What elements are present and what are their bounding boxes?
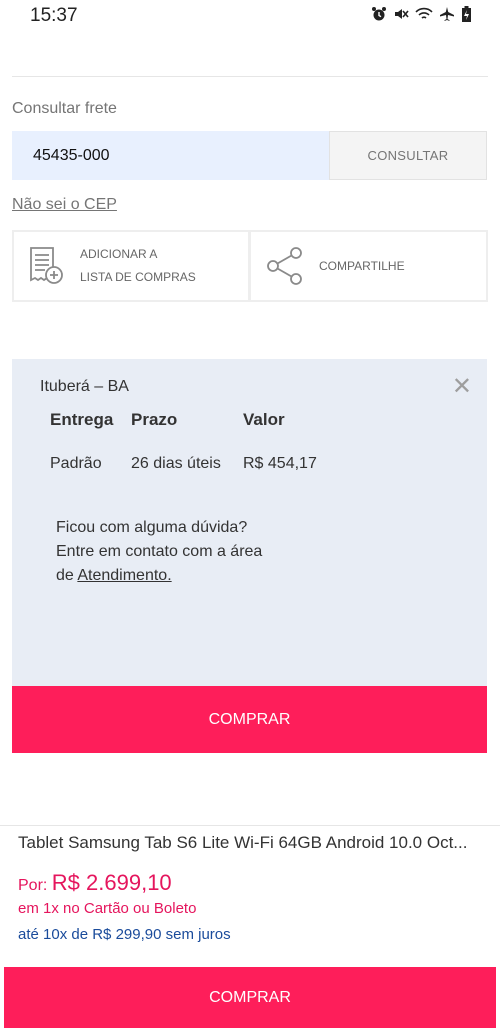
airplane-icon — [440, 7, 454, 21]
top-divider — [12, 76, 488, 77]
share-label: COMPARTILHE — [319, 258, 405, 273]
share-icon — [267, 247, 302, 285]
frete-label: Consultar frete — [12, 100, 117, 117]
shopping-list-line2: LISTA DE COMPRAS — [80, 270, 196, 284]
cep-input[interactable] — [12, 131, 329, 180]
price-line: Por: R$ 2.699,10 — [18, 870, 172, 896]
price-prefix: Por: — [18, 877, 48, 894]
add-to-shopping-list-button[interactable]: ADICIONAR A LISTA DE COMPRAS — [12, 230, 250, 302]
wifi-icon — [415, 7, 433, 19]
consult-button[interactable]: CONSULTAR — [329, 131, 487, 180]
alarm-icon — [372, 7, 386, 21]
bottom-divider — [0, 825, 500, 826]
help-line1: Ficou com alguma dúvida? — [56, 519, 248, 536]
battery-icon — [462, 6, 471, 22]
row-delivery: Padrão — [50, 455, 102, 472]
status-time: 15:37 — [30, 5, 78, 26]
help-line3-prefix: de — [56, 567, 78, 584]
shopping-list-add-icon — [30, 247, 63, 284]
share-button[interactable]: COMPARTILHE — [249, 230, 488, 302]
header-deadline: Prazo — [131, 410, 178, 429]
mute-icon — [395, 9, 409, 19]
price-value: R$ 2.699,10 — [51, 870, 172, 895]
row-value: R$ 454,17 — [243, 455, 317, 472]
payment-method: em 1x no Cartão ou Boleto — [18, 900, 197, 917]
buy-button-bottom[interactable]: COMPRAR — [4, 967, 496, 1028]
row-deadline: 26 dias úteis — [131, 455, 221, 472]
help-text: Ficou com alguma dúvida? Entre em contat… — [56, 516, 262, 588]
atendimento-link[interactable]: Atendimento. — [77, 567, 171, 584]
product-name: Tablet Samsung Tab S6 Lite Wi-Fi 64GB An… — [18, 833, 468, 852]
help-line3: de Atendimento. — [56, 564, 262, 588]
status-icons — [371, 6, 472, 22]
buy-button-panel[interactable]: COMPRAR — [12, 686, 487, 753]
shipping-location: Ituberá – BA — [40, 378, 129, 395]
help-line2: Entre em contato com a área — [56, 543, 263, 560]
header-delivery: Entrega — [50, 410, 114, 429]
installments: até 10x de R$ 299,90 sem juros — [18, 926, 231, 943]
close-icon[interactable]: ✕ — [452, 372, 472, 401]
header-value: Valor — [243, 410, 285, 429]
unknown-cep-link[interactable]: Não sei o CEP — [12, 196, 117, 214]
shopping-list-line1: ADICIONAR A — [80, 247, 158, 261]
